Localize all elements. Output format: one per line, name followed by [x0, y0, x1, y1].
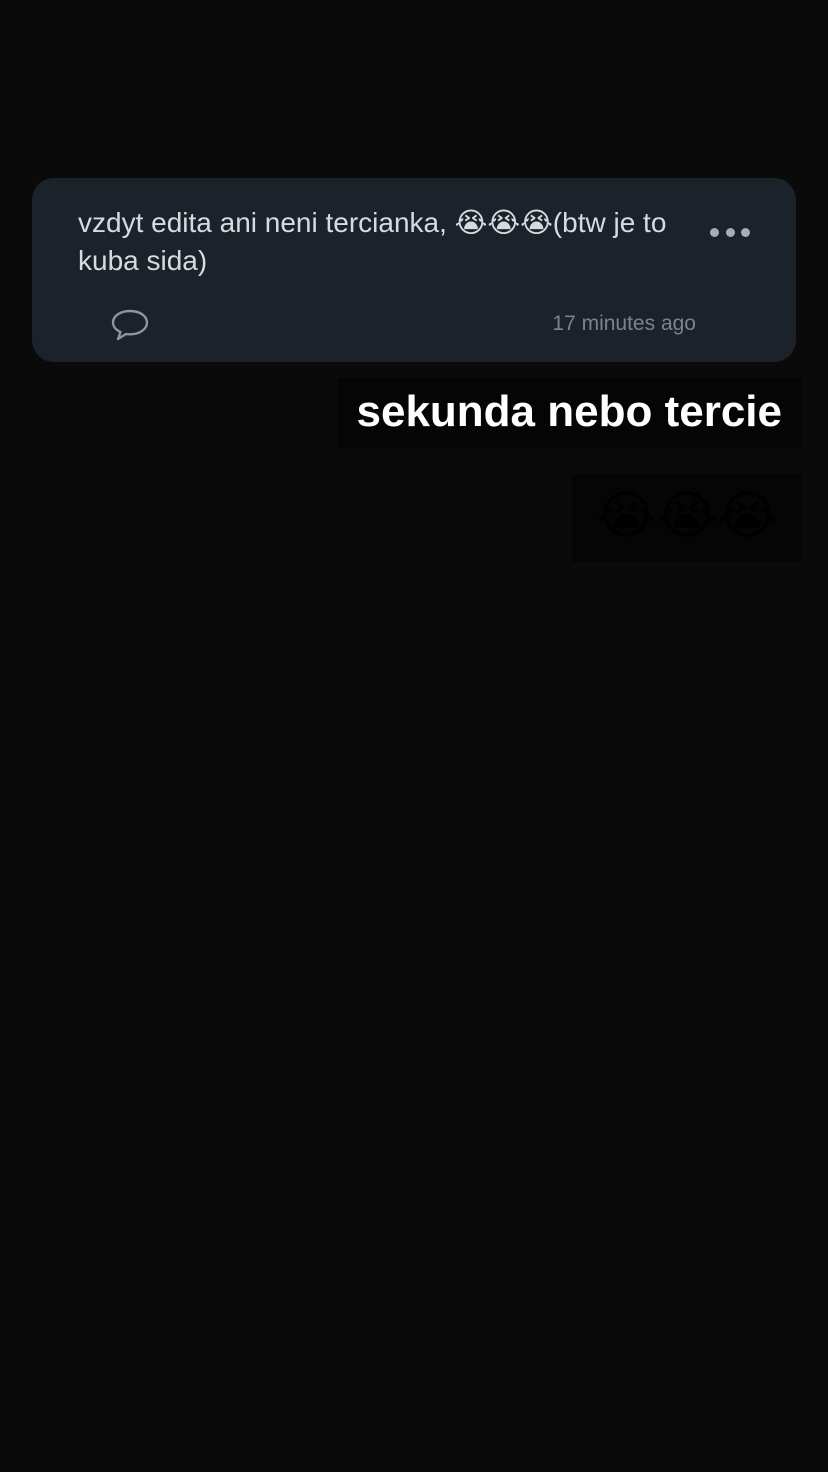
comment-card: vzdyt edita ani neni tercianka, 😭😭😭(btw …	[32, 178, 796, 362]
more-dots-icon	[710, 227, 719, 237]
more-dot	[741, 227, 750, 237]
reply-button[interactable]	[110, 308, 150, 342]
story-screen: vzdyt edita ani neni tercianka, 😭😭😭(btw …	[0, 0, 828, 1472]
speech-bubble-icon	[111, 309, 149, 341]
more-options-button[interactable]	[710, 222, 750, 242]
comment-text: vzdyt edita ani neni tercianka, 😭😭😭(btw …	[78, 207, 667, 276]
story-emojis: 😭😭😭	[571, 474, 802, 562]
more-dot	[725, 227, 735, 237]
story-caption: sekunda nebo tercie	[336, 378, 802, 448]
comment-timestamp: 17 minutes ago	[552, 312, 696, 335]
